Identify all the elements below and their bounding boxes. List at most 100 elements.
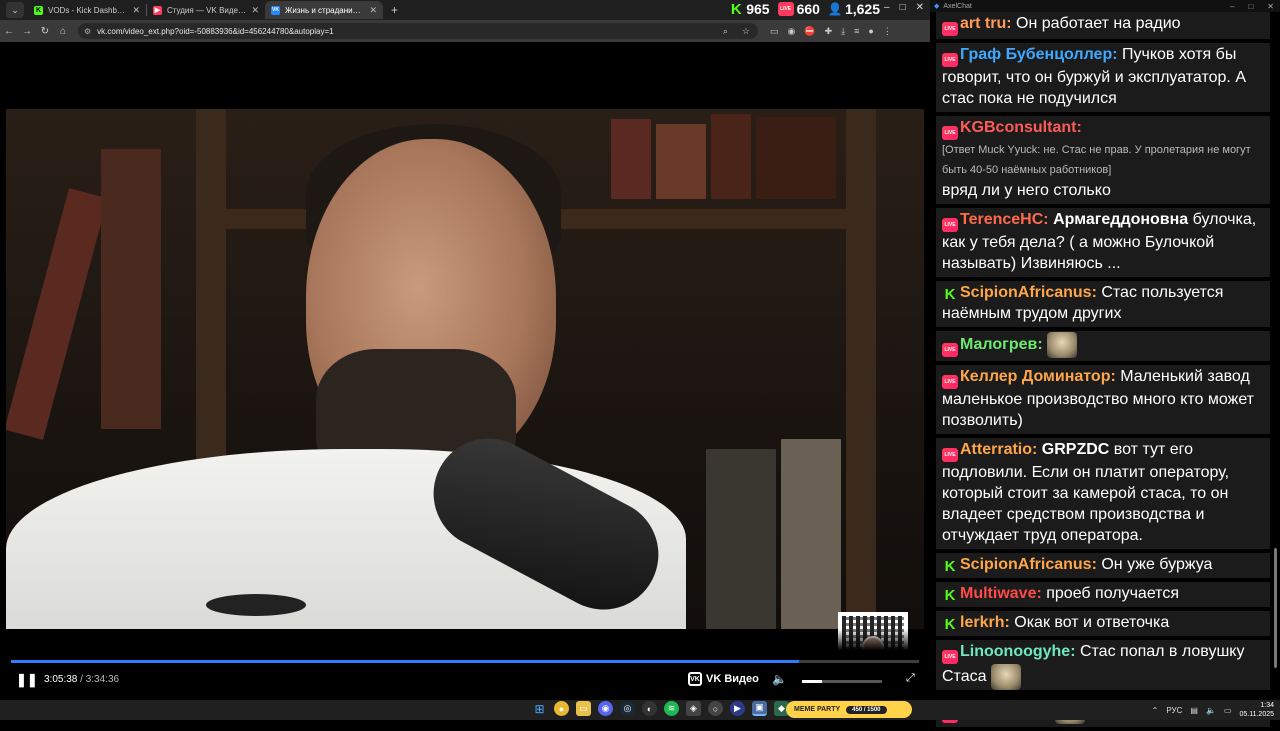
vk-live-badge-icon: LIVE	[942, 126, 958, 140]
vk-live-icon: ▶	[153, 5, 162, 15]
meme-party-widget[interactable]: MEME PARTY 450 / 1500	[786, 701, 912, 718]
close-icon[interactable]: ✕	[251, 5, 259, 16]
close-icon[interactable]: ✕	[369, 5, 377, 16]
chat-nick[interactable]: art tru:	[960, 15, 1012, 32]
profile-icon[interactable]: ●	[868, 26, 873, 37]
tab-vk-studio[interactable]: ▶ Студия — VK Видео Live ✕	[147, 1, 265, 19]
chat-message: K ScipionAfricanus: Он уже буржуа	[936, 553, 1270, 578]
minimize-icon[interactable]: –	[1230, 2, 1234, 11]
scrollbar[interactable]	[1274, 548, 1277, 668]
new-tab-button[interactable]: +	[391, 3, 398, 17]
chat-nick[interactable]: Малогрев:	[960, 336, 1043, 353]
browser-icon[interactable]: ▣	[752, 701, 767, 716]
video-player[interactable]: ❚❚ 3:05:38 / 3:34:36 VK VK Видео 🔈 ⤢	[6, 42, 924, 700]
vk-icon: VK	[688, 672, 702, 686]
book	[6, 188, 108, 440]
chat-nick[interactable]: lerkrh:	[960, 614, 1010, 631]
download-icon[interactable]: ⤓	[841, 26, 845, 37]
vk-live-badge-icon: LIVE	[942, 448, 958, 462]
chat-nick[interactable]: TerenceHC:	[960, 211, 1049, 228]
total-viewer-count: 1,625	[844, 1, 880, 17]
minimize-icon[interactable]: –	[884, 2, 890, 13]
reading-list-icon[interactable]: ≡	[854, 26, 859, 37]
chat-window: ◆ AxelChat – □ ✕ LIVE art tru: Он работае…	[930, 0, 1280, 727]
progress-bar[interactable]	[11, 660, 919, 663]
spotify-icon[interactable]: ≋	[664, 701, 679, 716]
forward-icon[interactable]: →	[18, 26, 36, 37]
close-window-icon[interactable]: ✕	[1267, 2, 1274, 11]
vk-live-icon: LIVE	[777, 2, 794, 16]
vk-viewer-count: 660	[796, 1, 820, 17]
chat-nick[interactable]: Linoonoogyhe:	[960, 643, 1076, 660]
clock[interactable]: 1:34 05.11.2025	[1239, 701, 1274, 719]
chat-nick[interactable]: Atterratio:	[960, 441, 1037, 458]
app-icon[interactable]: ○	[708, 701, 723, 716]
obs-icon[interactable]: ◐	[642, 701, 657, 716]
vk-icon: VK	[271, 5, 280, 15]
chrome-icon[interactable]: ●	[554, 701, 569, 716]
address-bar[interactable]: ⚙ vk.com/video_ext.php?oid=-50883936&id=…	[78, 23, 758, 39]
chat-reply: [Ответ Muck Yyuck: не. Стас не прав. У п…	[942, 144, 1251, 176]
chat-nick[interactable]: ScipionAfricanus:	[960, 284, 1097, 301]
zoom-icon[interactable]: ⌕	[723, 26, 728, 37]
vk-video-logo[interactable]: VK VK Видео	[688, 672, 759, 686]
book	[656, 124, 706, 199]
tab-list-button[interactable]: ⌄	[6, 2, 24, 18]
adblock-icon[interactable]: ⛔	[804, 26, 815, 37]
chevron-up-icon[interactable]: ⌃	[1152, 706, 1159, 715]
chat-nick[interactable]: Multiwave:	[960, 585, 1042, 602]
tab-vk-video[interactable]: VK Жизнь и страдания Роман... ✕	[265, 1, 383, 19]
vk-viewers: LIVE 660	[777, 1, 820, 17]
chat-nick[interactable]: KGBconsultant:	[960, 119, 1082, 136]
player-controls: ❚❚ 3:05:38 / 3:34:36 VK VK Видео 🔈 ⤢	[6, 629, 924, 700]
game-icon[interactable]: ◈	[686, 701, 701, 716]
cast-icon[interactable]: ▭	[770, 26, 779, 37]
video-frame[interactable]	[6, 109, 924, 629]
home-icon[interactable]: ⌂	[54, 26, 72, 37]
site-info-icon[interactable]: ⚙	[84, 27, 91, 36]
windows-start-icon[interactable]: ⊞	[532, 701, 547, 716]
book	[706, 449, 776, 629]
chat-message: LIVE Келлер Доминатор: Маленький завод ма…	[936, 365, 1270, 434]
brand-label: VK Видео	[706, 673, 759, 685]
book	[611, 119, 651, 199]
chat-message: LIVE Граф Бубенцоллер: Пучков хотя бы гов…	[936, 43, 1270, 112]
network-icon[interactable]: ▤	[1190, 706, 1198, 715]
bookmark-star-icon[interactable]: ☆	[742, 26, 750, 37]
tab-kick-dashboard[interactable]: K VODs - Kick Dashboard ✕	[28, 1, 146, 19]
volume-icon[interactable]: 🔈	[772, 672, 787, 686]
chat-nick[interactable]: Келлер Доминатор:	[960, 368, 1116, 385]
menu-icon[interactable]: ⋮	[883, 26, 892, 37]
close-window-icon[interactable]: ✕	[916, 2, 924, 13]
speaker-icon[interactable]: 🔈	[1206, 706, 1216, 715]
tab-bar: ⌄ K VODs - Kick Dashboard ✕ ▶ Студия — V…	[0, 0, 930, 20]
progress-fill	[11, 660, 800, 663]
pause-icon[interactable]: ❚❚	[16, 672, 38, 688]
kick-badge-icon: K	[944, 558, 956, 575]
fullscreen-icon[interactable]: ⤢	[906, 672, 915, 685]
steam-icon[interactable]: ◎	[620, 701, 635, 716]
maximize-icon[interactable]: □	[1248, 2, 1253, 11]
maximize-icon[interactable]: □	[900, 2, 906, 13]
kick-icon: K	[730, 0, 742, 18]
media-player-icon[interactable]: ▶	[730, 701, 745, 716]
puzzle-icon[interactable]: ✚	[825, 26, 833, 37]
chat-nick[interactable]: Граф Бубенцоллер:	[960, 46, 1118, 63]
chat-nick[interactable]: ScipionAfricanus:	[960, 556, 1097, 573]
close-icon[interactable]: ✕	[132, 5, 140, 16]
battery-icon[interactable]: ▭	[1224, 706, 1232, 715]
reload-icon[interactable]: ↻	[36, 26, 54, 37]
discord-icon[interactable]: ◉	[598, 701, 613, 716]
window-controls: – □ ✕	[1230, 2, 1274, 11]
volume-fill	[802, 680, 822, 683]
extension-icon[interactable]: ◉	[788, 26, 796, 37]
back-icon[interactable]: ←	[0, 26, 18, 37]
file-explorer-icon[interactable]: ▭	[576, 701, 591, 716]
kick-viewer-count: 965	[746, 1, 770, 17]
language-indicator[interactable]: РУС	[1166, 706, 1182, 715]
volume-slider[interactable]	[802, 680, 882, 683]
taskbar: ⊞ ● ▭ ◉ ◎ ◐ ≋ ◈ ○ ▶ ▣ ◆ MEME PARTY 450 /…	[0, 700, 1280, 720]
app-icon: ◆	[934, 3, 940, 10]
browser-toolbar: ← → ↻ ⌂ ⚙ vk.com/video_ext.php?oid=-5088…	[0, 20, 930, 42]
chat-message: K ScipionAfricanus: Стас пользуется наёмн…	[936, 281, 1270, 327]
